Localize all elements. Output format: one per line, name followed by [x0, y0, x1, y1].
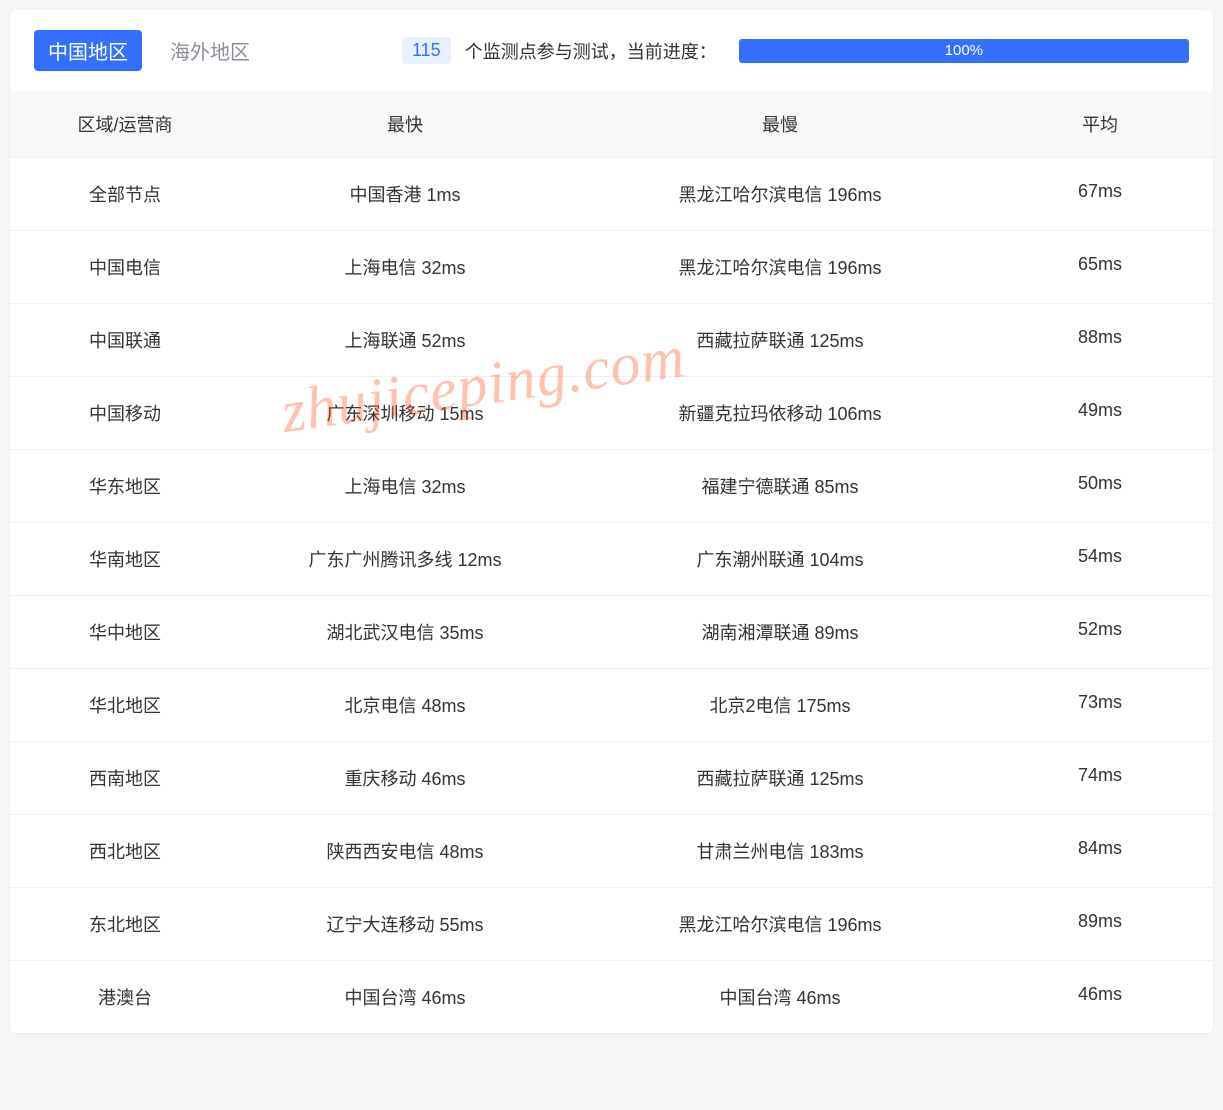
cell-average: 52ms — [990, 619, 1210, 645]
table-row: 全部节点中国香港 1ms黑龙江哈尔滨电信 196ms67ms — [10, 157, 1213, 230]
header-bar: 中国地区 海外地区 115 个监测点参与测试，当前进度： 100% — [10, 10, 1213, 91]
table-row: 中国电信上海电信 32ms黑龙江哈尔滨电信 196ms65ms — [10, 230, 1213, 303]
table-row: 中国联通上海联通 52ms西藏拉萨联通 125ms88ms — [10, 303, 1213, 376]
table-row: 华北地区北京电信 48ms北京2电信 175ms73ms — [10, 668, 1213, 741]
progress-percent: 100% — [945, 42, 983, 59]
cell-region: 东北地区 — [10, 911, 240, 937]
table-row: 华南地区广东广州腾讯多线 12ms广东潮州联通 104ms54ms — [10, 522, 1213, 595]
cell-slowest: 黑龙江哈尔滨电信 196ms — [570, 911, 990, 937]
cell-slowest: 湖南湘潭联通 89ms — [570, 619, 990, 645]
cell-region: 全部节点 — [10, 181, 240, 207]
cell-slowest: 西藏拉萨联通 125ms — [570, 327, 990, 353]
cell-fastest: 北京电信 48ms — [240, 692, 570, 718]
table-row: 西北地区陕西西安电信 48ms甘肃兰州电信 183ms84ms — [10, 814, 1213, 887]
progress-bar: 100% — [739, 39, 1189, 63]
cell-average: 74ms — [990, 765, 1210, 791]
cell-average: 65ms — [990, 254, 1210, 280]
cell-fastest: 上海电信 32ms — [240, 473, 570, 499]
column-header-region: 区域/运营商 — [10, 111, 240, 137]
table-row: 华中地区湖北武汉电信 35ms湖南湘潭联通 89ms52ms — [10, 595, 1213, 668]
cell-fastest: 上海电信 32ms — [240, 254, 570, 280]
table-row: 东北地区辽宁大连移动 55ms黑龙江哈尔滨电信 196ms89ms — [10, 887, 1213, 960]
cell-fastest: 辽宁大连移动 55ms — [240, 911, 570, 937]
table-header: 区域/运营商 最快 最慢 平均 — [10, 91, 1213, 157]
cell-slowest: 广东潮州联通 104ms — [570, 546, 990, 572]
cell-average: 49ms — [990, 400, 1210, 426]
cell-region: 华北地区 — [10, 692, 240, 718]
monitor-status-text: 个监测点参与测试，当前进度： — [465, 38, 717, 64]
cell-slowest: 黑龙江哈尔滨电信 196ms — [570, 181, 990, 207]
cell-fastest: 中国香港 1ms — [240, 181, 570, 207]
table-body: 全部节点中国香港 1ms黑龙江哈尔滨电信 196ms67ms中国电信上海电信 3… — [10, 157, 1213, 1033]
table-row: 港澳台中国台湾 46ms中国台湾 46ms46ms — [10, 960, 1213, 1033]
monitor-count-badge: 115 — [402, 37, 451, 64]
column-header-fastest: 最快 — [240, 111, 570, 137]
cell-region: 西南地区 — [10, 765, 240, 791]
cell-fastest: 陕西西安电信 48ms — [240, 838, 570, 864]
cell-average: 88ms — [990, 327, 1210, 353]
cell-slowest: 甘肃兰州电信 183ms — [570, 838, 990, 864]
table-row: 华东地区上海电信 32ms福建宁德联通 85ms50ms — [10, 449, 1213, 522]
cell-region: 华东地区 — [10, 473, 240, 499]
cell-region: 中国移动 — [10, 400, 240, 426]
cell-fastest: 重庆移动 46ms — [240, 765, 570, 791]
cell-average: 84ms — [990, 838, 1210, 864]
cell-average: 89ms — [990, 911, 1210, 937]
table-row: 西南地区重庆移动 46ms西藏拉萨联通 125ms74ms — [10, 741, 1213, 814]
column-header-average: 平均 — [990, 111, 1210, 137]
latency-table: 区域/运营商 最快 最慢 平均 全部节点中国香港 1ms黑龙江哈尔滨电信 196… — [10, 91, 1213, 1033]
cell-fastest: 广东深圳移动 15ms — [240, 400, 570, 426]
cell-region: 中国电信 — [10, 254, 240, 280]
cell-fastest: 广东广州腾讯多线 12ms — [240, 546, 570, 572]
cell-average: 54ms — [990, 546, 1210, 572]
ping-test-panel: 中国地区 海外地区 115 个监测点参与测试，当前进度： 100% 区域/运营商… — [10, 10, 1213, 1033]
cell-region: 港澳台 — [10, 984, 240, 1010]
cell-slowest: 福建宁德联通 85ms — [570, 473, 990, 499]
cell-average: 50ms — [990, 473, 1210, 499]
cell-region: 华中地区 — [10, 619, 240, 645]
tab-china-region[interactable]: 中国地区 — [34, 30, 142, 71]
cell-average: 46ms — [990, 984, 1210, 1010]
cell-fastest: 上海联通 52ms — [240, 327, 570, 353]
cell-average: 73ms — [990, 692, 1210, 718]
tab-overseas-region[interactable]: 海外地区 — [156, 30, 264, 71]
cell-region: 中国联通 — [10, 327, 240, 353]
cell-slowest: 黑龙江哈尔滨电信 196ms — [570, 254, 990, 280]
cell-average: 67ms — [990, 181, 1210, 207]
column-header-slowest: 最慢 — [570, 111, 990, 137]
cell-slowest: 北京2电信 175ms — [570, 692, 990, 718]
table-row: 中国移动广东深圳移动 15ms新疆克拉玛依移动 106ms49ms — [10, 376, 1213, 449]
cell-region: 西北地区 — [10, 838, 240, 864]
cell-fastest: 中国台湾 46ms — [240, 984, 570, 1010]
cell-slowest: 新疆克拉玛依移动 106ms — [570, 400, 990, 426]
cell-fastest: 湖北武汉电信 35ms — [240, 619, 570, 645]
cell-region: 华南地区 — [10, 546, 240, 572]
cell-slowest: 西藏拉萨联通 125ms — [570, 765, 990, 791]
cell-slowest: 中国台湾 46ms — [570, 984, 990, 1010]
